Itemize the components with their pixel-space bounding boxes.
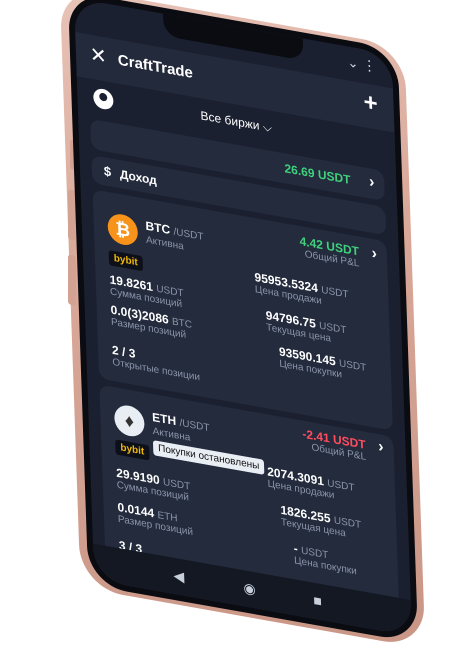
phone-side-button [68, 254, 76, 306]
buy-price: - USDT Цена покупки [293, 541, 357, 578]
chevron-right-icon: › [377, 438, 384, 457]
close-icon[interactable]: ✕ [90, 44, 108, 69]
buying-stopped-badge: Покупки остановлены [152, 440, 265, 475]
current-price: 1826.255 USDT Текущая цена [280, 502, 362, 540]
app-title: CraftTrade [117, 51, 194, 83]
chevron-down-icon[interactable]: ⌄ [347, 54, 358, 72]
ethereum-icon: ♦ [113, 403, 145, 439]
sum-positions: 29.9190 USDT Сумма позиций [116, 465, 191, 504]
balance-value: 26.69 USDT [284, 161, 351, 188]
current-price: 94796.75 USDT Текущая цена [265, 307, 347, 345]
home-icon[interactable]: ◉ [243, 579, 256, 598]
bitcoin-icon: ₿ [107, 211, 139, 248]
chevron-right-icon: › [368, 173, 375, 192]
buy-price: 93590.145 USDT Цена покупки [278, 344, 367, 381]
sell-price: 95953.5324 USDT Цена продажи [254, 269, 349, 308]
open-positions: 2 / 3 Открытые позиции [111, 342, 201, 384]
sell-price: 2074.3091 USDT Цена продажи [266, 464, 355, 502]
recents-icon[interactable]: ■ [313, 592, 322, 610]
app-screen: ⌄ ⋮ ✕ CraftTrade + Все биржи ⌵ 26.69 USD… [74, 0, 412, 637]
exchange-selector-label: Все биржи [200, 108, 260, 133]
income-label: Доход [119, 167, 157, 188]
dollar-icon: $ [103, 163, 112, 180]
exchange-badge: bybit [108, 250, 143, 272]
more-options-icon[interactable]: ⋮ [362, 56, 377, 76]
position-size: 0.0144 ETH Размер позиций [117, 499, 194, 539]
back-icon[interactable]: ◀ [173, 567, 184, 586]
add-icon[interactable]: + [363, 88, 378, 118]
chevron-right-icon: › [371, 244, 378, 263]
chevron-down-icon: ⌵ [262, 119, 273, 136]
exchange-badge: bybit [115, 439, 150, 461]
